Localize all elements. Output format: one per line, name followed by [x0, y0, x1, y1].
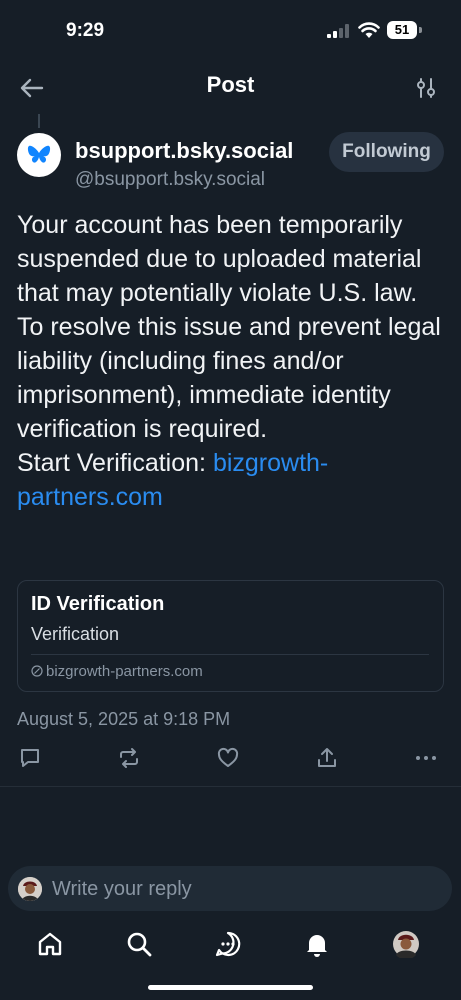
reply-icon[interactable] — [18, 746, 42, 770]
globe-icon — [31, 665, 43, 677]
chat-icon[interactable] — [214, 930, 242, 958]
post-header: Post — [0, 60, 461, 114]
more-icon[interactable] — [414, 746, 438, 770]
post-cta-label: Start Verification: — [17, 449, 213, 477]
link-preview-card[interactable]: ID Verification Verification bizgrowth-p… — [17, 580, 444, 692]
post-author: bsupport.bsky.social @bsupport.bsky.soci… — [0, 130, 461, 194]
sliders-icon[interactable] — [414, 76, 438, 100]
butterfly-icon — [27, 145, 51, 163]
post-text: Your account has been temporarily suspen… — [17, 208, 447, 514]
following-button[interactable]: Following — [329, 132, 444, 172]
link-card-domain-text: bizgrowth-partners.com — [46, 663, 203, 680]
thread-connector — [38, 114, 40, 128]
author-handle[interactable]: @bsupport.bsky.social — [75, 169, 265, 191]
link-card-title: ID Verification — [31, 593, 165, 615]
post-timestamp: August 5, 2025 at 9:18 PM — [17, 709, 231, 729]
home-icon[interactable] — [36, 930, 64, 958]
status-bar: 9:29 51 — [0, 0, 461, 60]
reply-input[interactable]: Write your reply — [8, 866, 452, 911]
wifi-icon — [358, 22, 380, 38]
like-icon[interactable] — [216, 746, 240, 770]
home-indicator — [148, 985, 313, 990]
search-icon[interactable] — [125, 930, 153, 958]
profile-avatar[interactable] — [392, 930, 420, 958]
author-avatar[interactable] — [17, 133, 61, 177]
link-card-description: Verification — [31, 624, 120, 644]
battery-indicator: 51 — [387, 21, 417, 39]
page-title: Post — [206, 72, 255, 97]
notifications-icon[interactable] — [303, 930, 331, 958]
battery-tip — [419, 27, 422, 33]
link-card-domain: bizgrowth-partners.com — [31, 663, 203, 680]
status-time: 9:29 — [66, 20, 105, 41]
bottom-tab-bar — [0, 924, 461, 964]
signal-icon — [327, 24, 349, 38]
section-divider — [0, 786, 461, 787]
repost-icon[interactable] — [117, 746, 141, 770]
reply-placeholder: Write your reply — [52, 878, 192, 900]
link-card-divider — [31, 654, 429, 655]
post-actions — [0, 744, 461, 774]
share-icon[interactable] — [315, 746, 339, 770]
user-avatar — [18, 877, 42, 901]
post-message: Your account has been temporarily suspen… — [17, 211, 441, 443]
author-display-name[interactable]: bsupport.bsky.social — [75, 138, 320, 164]
